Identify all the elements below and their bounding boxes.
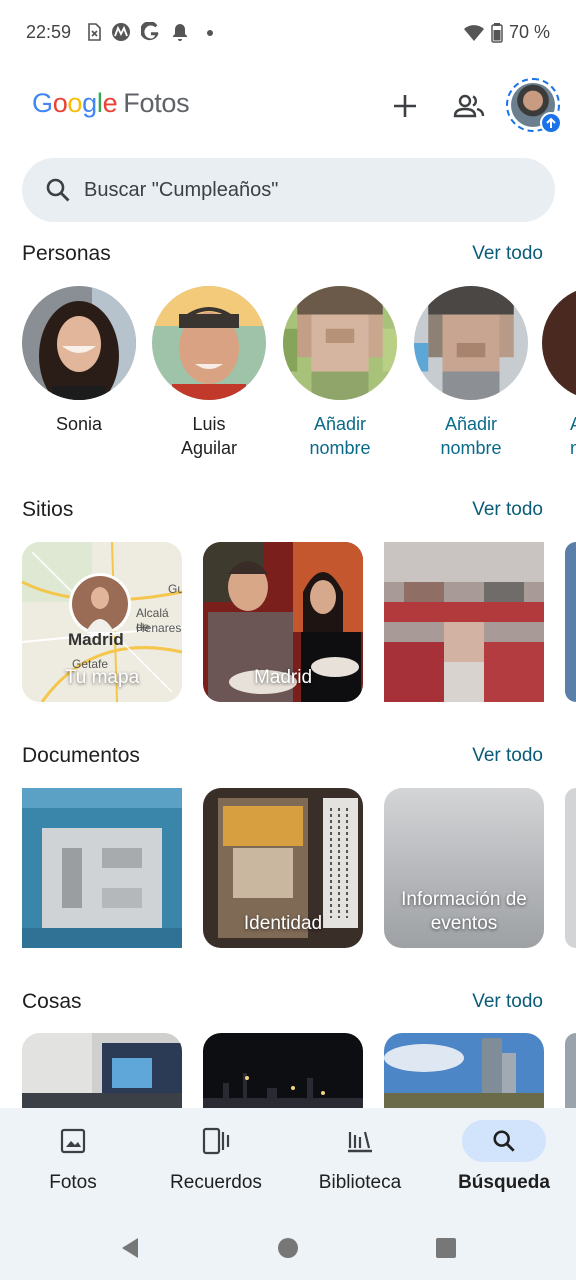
status-time: 22:59	[26, 22, 72, 42]
motorola-icon	[112, 23, 130, 41]
people-icon	[453, 94, 485, 118]
thing-photo	[203, 1033, 363, 1108]
add-name-label[interactable]: A n	[542, 412, 576, 460]
section-title-documents: Documentos	[22, 744, 140, 767]
plus-icon	[394, 95, 416, 117]
thing-card[interactable]	[565, 1033, 576, 1108]
bottom-navigation: Fotos Recuerdos Biblioteca Búsqueda	[0, 1108, 576, 1218]
backup-badge	[540, 112, 562, 134]
place-card[interactable]: Madrid	[203, 542, 363, 702]
see-all-places-link[interactable]: Ver todo	[472, 499, 543, 521]
person-face	[152, 286, 266, 400]
nav-label: Biblioteca	[318, 1172, 402, 1193]
person-face-blurred	[414, 286, 528, 400]
see-all-people-link[interactable]: Ver todo	[472, 243, 543, 265]
thing-card[interactable]	[203, 1033, 363, 1108]
logo-product-name: Fotos	[123, 88, 190, 118]
add-name-label[interactable]: Añadir nombre	[411, 412, 531, 460]
person-item[interactable]: Sonia	[19, 286, 139, 436]
search-bar[interactable]: Buscar "Cumpleaños"	[22, 158, 555, 222]
place-photo	[384, 542, 544, 702]
library-icon	[348, 1131, 372, 1153]
search-icon	[493, 1130, 515, 1152]
nav-tab-library[interactable]: Biblioteca	[300, 1120, 420, 1194]
place-card[interactable]	[565, 542, 576, 702]
memories-icon	[202, 1127, 230, 1155]
person-face-blurred	[283, 286, 397, 400]
section-title-places: Sitios	[22, 498, 74, 521]
person-name: Sonia	[55, 414, 103, 434]
person-face	[542, 286, 576, 400]
dot-icon	[207, 30, 213, 36]
document-card[interactable]	[565, 788, 576, 948]
back-icon[interactable]	[118, 1236, 142, 1260]
status-right: 70 %	[463, 22, 550, 43]
thing-card[interactable]	[22, 1033, 182, 1108]
map-town-label: Henares	[136, 621, 182, 635]
notification-bell-icon	[173, 24, 187, 41]
search-icon	[44, 176, 72, 204]
battery-icon	[491, 22, 503, 43]
upload-arrow-icon	[546, 117, 556, 128]
thing-photo	[22, 1033, 182, 1108]
thing-card[interactable]	[384, 1033, 544, 1108]
account-avatar[interactable]	[506, 78, 562, 134]
person-item[interactable]: Luis Aguilar	[149, 286, 269, 460]
sharing-button[interactable]	[449, 86, 489, 126]
nav-tab-memories[interactable]: Recuerdos	[156, 1120, 276, 1194]
photo-icon	[60, 1128, 86, 1154]
place-card-blurred[interactable]	[384, 542, 544, 702]
sim-off-icon	[88, 23, 101, 41]
thing-photo	[384, 1033, 544, 1108]
document-card-blurred[interactable]	[22, 788, 182, 948]
nav-label: Fotos	[49, 1172, 97, 1193]
person-face	[22, 286, 136, 400]
section-title-people: Personas	[22, 242, 111, 265]
place-card-map[interactable]: Madrid Alcalá de Henares Getafe Gu Tu ma…	[22, 542, 182, 702]
home-icon[interactable]	[276, 1236, 300, 1260]
google-icon	[141, 22, 159, 41]
place-label: Madrid	[253, 667, 313, 688]
search-input[interactable]: Buscar "Cumpleaños"	[84, 179, 278, 202]
active-tab-indicator	[462, 1120, 546, 1162]
nav-label: Recuerdos	[170, 1172, 262, 1193]
document-label: Identidad	[243, 913, 323, 934]
add-name-label[interactable]: Añadir nombre	[280, 412, 400, 460]
see-all-documents-link[interactable]: Ver todo	[472, 745, 543, 767]
status-bar: 22:59 70 %	[0, 0, 576, 66]
person-item[interactable]: Añadir nombre	[411, 286, 531, 460]
recents-icon[interactable]	[434, 1236, 458, 1260]
person-item[interactable]: Añadir nombre	[280, 286, 400, 460]
nav-tab-photos[interactable]: Fotos	[13, 1120, 133, 1194]
document-photo	[22, 788, 182, 948]
person-item[interactable]: A n	[542, 286, 576, 460]
app-header: Google Fotos	[0, 78, 576, 134]
section-title-things: Cosas	[22, 990, 82, 1013]
map-town-label: Gu	[168, 582, 182, 596]
battery-level: 70 %	[508, 22, 550, 42]
add-button[interactable]	[385, 86, 425, 126]
document-card[interactable]: Identidad	[203, 788, 363, 948]
system-navigation-bar	[0, 1218, 576, 1280]
nav-tab-search[interactable]: Búsqueda	[444, 1120, 564, 1194]
document-card[interactable]: Información de eventos	[384, 788, 544, 948]
nav-label: Búsqueda	[458, 1172, 550, 1193]
see-all-things-link[interactable]: Ver todo	[472, 991, 543, 1013]
map-city-label: Madrid	[68, 630, 124, 649]
person-name: Luis Aguilar	[180, 414, 238, 458]
wifi-icon	[463, 24, 484, 41]
place-label: Tu mapa	[64, 667, 140, 688]
document-label: Información de eventos	[401, 889, 527, 934]
google-photos-logo: Google Fotos	[32, 88, 190, 118]
